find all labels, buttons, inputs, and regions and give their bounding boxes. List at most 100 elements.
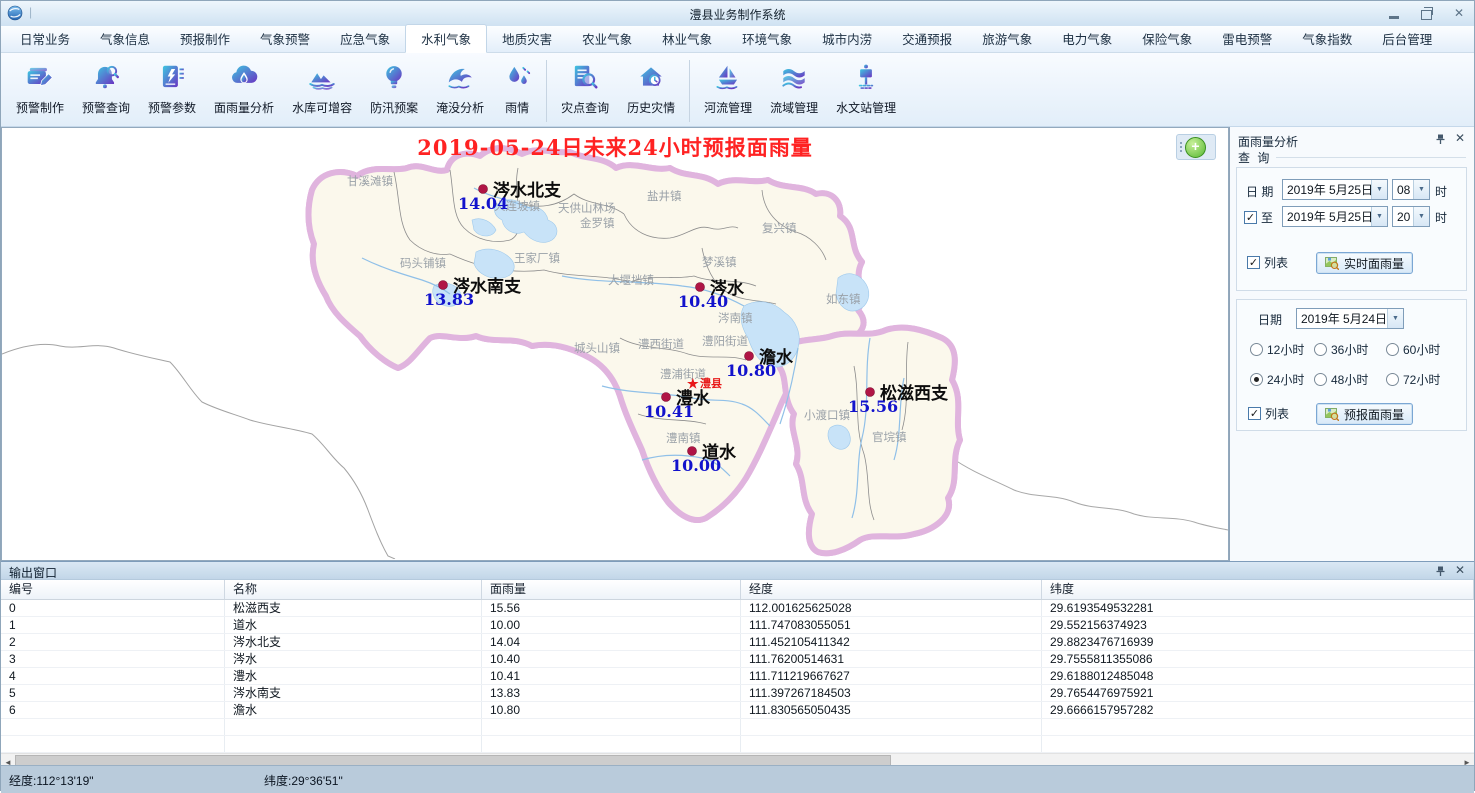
duration-60h[interactable]: 60小时 (1386, 341, 1440, 358)
zoom-in-button[interactable]: + (1185, 137, 1206, 158)
duration-24h-selected[interactable]: 24小时 (1250, 371, 1314, 388)
table-row[interactable]: 6 澹水 10.80 111.830565050435 29.666615795… (1, 702, 1474, 719)
flood-plan-bulb-icon (379, 62, 409, 92)
table-row[interactable]: 5 涔水南支 13.83 111.397267184503 29.7654476… (1, 685, 1474, 702)
toolbar-flood-plan[interactable]: 防汛预案 (361, 59, 427, 119)
end-hour-select[interactable]: 20 ▼ (1392, 206, 1430, 227)
tab-power-weather[interactable]: 电力气象 (1047, 25, 1127, 52)
pin-icon[interactable] (1434, 133, 1446, 145)
table-row-empty (1, 736, 1474, 753)
restore-icon[interactable] (1421, 10, 1432, 20)
tab-urban-flood[interactable]: 城市内涝 (807, 25, 887, 52)
table-cell: 111.452105411342 (741, 634, 1042, 650)
forecast-date-select[interactable]: 2019年 5月24日 ▼ (1296, 308, 1404, 329)
group-divider (1276, 157, 1466, 158)
to-checkbox[interactable]: ✓ (1244, 211, 1257, 224)
pin-icon[interactable] (1434, 565, 1446, 577)
close-icon[interactable]: ✕ (1455, 131, 1465, 145)
column-header[interactable]: 名称 (225, 580, 482, 599)
start-date-select[interactable]: 2019年 5月25日 ▼ (1282, 179, 1388, 200)
tab-hydrology-weather[interactable]: 水利气象 (405, 24, 487, 53)
toolbar-alert-search[interactable]: 预警查询 (73, 59, 139, 119)
toolbar-inundation-analysis[interactable]: 淹没分析 (427, 59, 493, 119)
tab-weather-warning[interactable]: 气象预警 (245, 25, 325, 52)
toolbar-reservoir-capacity[interactable]: 水库可增容 (283, 59, 361, 119)
toolbar-hydrology-station-management[interactable]: 水文站管理 (827, 59, 905, 119)
tab-geological-disaster[interactable]: 地质灾害 (487, 25, 567, 52)
list-checkbox[interactable]: ✓ (1248, 407, 1261, 420)
duration-48h[interactable]: 48小时 (1314, 371, 1386, 388)
history-disaster-house-icon (636, 62, 666, 92)
tab-emergency-weather[interactable]: 应急气象 (325, 25, 405, 52)
column-header[interactable]: 编号 (1, 580, 225, 599)
output-window-title: 输出窗口 (9, 566, 57, 580)
duration-12h[interactable]: 12小时 (1250, 341, 1314, 358)
close-icon[interactable]: ✕ (1455, 563, 1465, 577)
list-checkbox[interactable]: ✓ (1247, 256, 1260, 269)
area-rainfall-panel: 面雨量分析 ✕ 查 询 日 期 2019年 5月25日 ▼ 08 ▼ 时 (1229, 127, 1474, 561)
drag-grip-icon[interactable] (1180, 142, 1182, 152)
alert-search-icon (91, 62, 121, 92)
table-row[interactable]: 0 松滋西支 15.56 112.001625625028 29.6193549… (1, 600, 1474, 617)
close-icon[interactable]: ✕ (1454, 5, 1464, 21)
chevron-down-icon: ▼ (1413, 207, 1429, 226)
table-cell: 10.40 (482, 651, 741, 667)
disaster-point-search-icon (570, 62, 600, 92)
toolbar: 预警制作 预警查询 预警参数 面雨量分析 水库可增容 防汛预案 淹没分析 雨情 (1, 53, 1474, 127)
end-date-select[interactable]: 2019年 5月25日 ▼ (1282, 206, 1388, 227)
toolbar-rain-condition[interactable]: 雨情 (493, 59, 541, 119)
tab-environment-weather[interactable]: 环境气象 (727, 25, 807, 52)
table-row-empty (1, 719, 1474, 736)
minimize-icon[interactable] (1389, 16, 1399, 19)
longitude-status: 经度:112°13'19" (9, 772, 94, 789)
table-row[interactable]: 2 涔水北支 14.04 111.452105411342 29.8823476… (1, 634, 1474, 651)
realtime-rainfall-button[interactable]: 实时面雨量 (1316, 252, 1413, 274)
table-cell: 1 (1, 617, 225, 633)
svg-text:10.00: 10.00 (671, 456, 721, 475)
tab-tourism-weather[interactable]: 旅游气象 (967, 25, 1047, 52)
table-row[interactable]: 3 涔水 10.40 111.76200514631 29.7555811355… (1, 651, 1474, 668)
column-header[interactable]: 纬度 (1042, 580, 1474, 599)
latitude-status: 纬度:29°36'51" (264, 772, 343, 789)
toolbar-area-rainfall-analysis[interactable]: 面雨量分析 (205, 59, 283, 119)
status-bar: 经度:112°13'19" 纬度:29°36'51" (1, 765, 1474, 793)
tab-forestry-weather[interactable]: 林业气象 (647, 25, 727, 52)
tab-backend-admin[interactable]: 后台管理 (1367, 25, 1447, 52)
map-canvas[interactable]: 甘溪滩镇 火连坡镇 天供山林场 金罗镇 盐井镇 复兴镇 码头铺镇 王家厂镇 大堰… (1, 127, 1229, 561)
realtime-list-row: ✓ 列表 (1247, 254, 1288, 271)
hour-unit: 时 (1435, 209, 1447, 226)
radio-icon (1386, 343, 1399, 356)
tab-insurance-weather[interactable]: 保险气象 (1127, 25, 1207, 52)
toolbar-disaster-point-search[interactable]: 灾点查询 (552, 59, 618, 119)
table-row[interactable]: 4 澧水 10.41 111.711219667627 29.618801248… (1, 668, 1474, 685)
tab-weather-index[interactable]: 气象指数 (1287, 25, 1367, 52)
area-rainfall-analysis-icon (229, 62, 259, 92)
svg-text:复兴镇: 复兴镇 (762, 221, 797, 235)
toolbar-alert-compose[interactable]: 预警制作 (7, 59, 73, 119)
chevron-down-icon: ▼ (1413, 180, 1429, 199)
tab-weather-info[interactable]: 气象信息 (85, 25, 165, 52)
toolbar-alert-params[interactable]: 预警参数 (139, 59, 205, 119)
tab-forecast-making[interactable]: 预报制作 (165, 25, 245, 52)
tab-traffic-forecast[interactable]: 交通预报 (887, 25, 967, 52)
table-cell: 澧水 (225, 668, 482, 684)
map-search-icon (1325, 256, 1339, 270)
start-hour-select[interactable]: 08 ▼ (1392, 179, 1430, 200)
tab-daily-business[interactable]: 日常业务 (5, 25, 85, 52)
tab-agriculture-weather[interactable]: 农业气象 (567, 25, 647, 52)
column-header[interactable]: 面雨量 (482, 580, 741, 599)
svg-text:城头山镇: 城头山镇 (574, 341, 620, 355)
tab-lightning-warning[interactable]: 雷电预警 (1207, 25, 1287, 52)
duration-36h[interactable]: 36小时 (1314, 341, 1386, 358)
forecast-rainfall-button[interactable]: 预报面雨量 (1316, 403, 1413, 425)
svg-text:小渡口镇: 小渡口镇 (804, 408, 850, 422)
radio-icon (1314, 373, 1327, 386)
forecast-date-row: 日期 (1258, 311, 1282, 328)
duration-72h[interactable]: 72小时 (1386, 371, 1440, 388)
toolbar-basin-management[interactable]: 流域管理 (761, 59, 827, 119)
table-row[interactable]: 1 道水 10.00 111.747083055051 29.552156374… (1, 617, 1474, 634)
column-header[interactable]: 经度 (741, 580, 1042, 599)
toolbar-history-disaster[interactable]: 历史灾情 (618, 59, 684, 119)
toolbar-river-management[interactable]: 河流管理 (695, 59, 761, 119)
list-label: 列表 (1264, 254, 1288, 271)
